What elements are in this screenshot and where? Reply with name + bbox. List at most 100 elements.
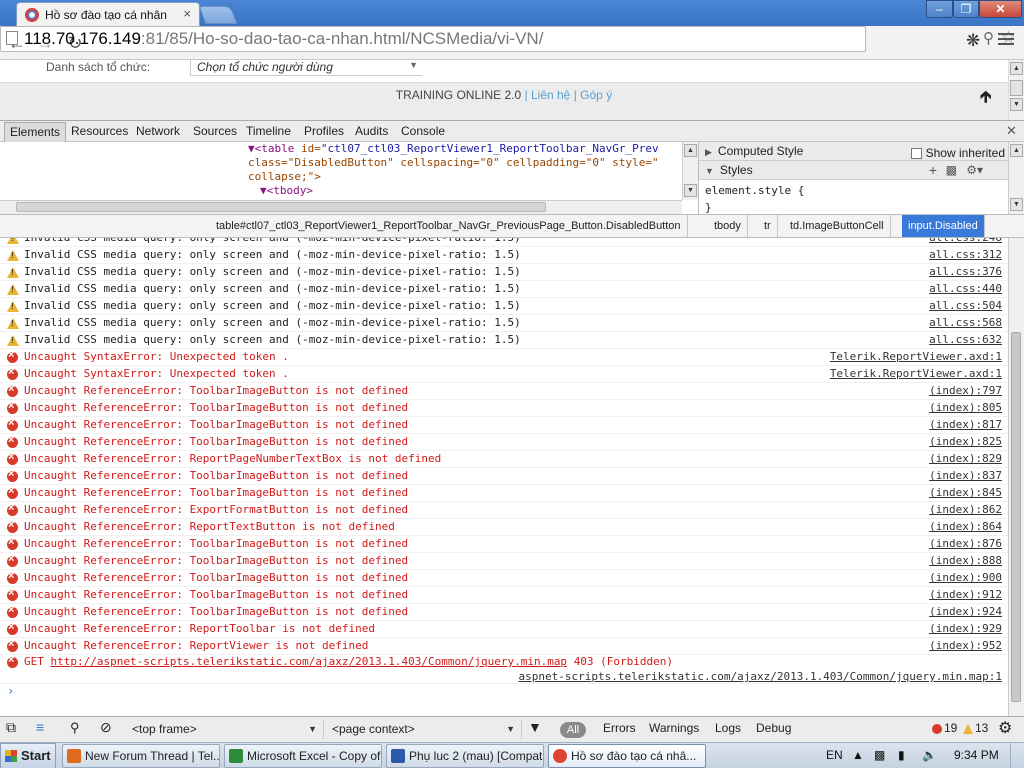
- crumb-td[interactable]: td.ImageButtonCell: [784, 215, 891, 237]
- scroll-thumb[interactable]: [1010, 80, 1023, 96]
- console-source-link[interactable]: Telerik.ReportViewer.axd:1: [830, 350, 1002, 363]
- console-source-link[interactable]: (index):845: [929, 486, 1002, 499]
- tab-network[interactable]: Network: [131, 122, 185, 142]
- console-source-link[interactable]: all.css:440: [929, 282, 1002, 295]
- filter-logs[interactable]: Logs: [715, 721, 741, 735]
- styles-section[interactable]: ▼ Styles + ▩ ⚙▾: [699, 161, 1008, 180]
- dom-node-tbody[interactable]: ▼<tbody>: [260, 184, 313, 197]
- console-source-link[interactable]: all.css:504: [929, 299, 1002, 312]
- elements-vscrollbar[interactable]: ▲ ▼: [682, 142, 698, 200]
- new-tab-button[interactable]: [198, 6, 238, 24]
- filter-debug[interactable]: Debug: [756, 721, 791, 735]
- filter-icon[interactable]: ▼: [528, 719, 542, 735]
- add-rule-icon[interactable]: +: [929, 161, 937, 180]
- org-select[interactable]: Chọn tổ chức người dùng ▼: [190, 60, 422, 76]
- tab-profiles[interactable]: Profiles: [299, 122, 349, 142]
- language-indicator[interactable]: EN: [826, 748, 843, 762]
- scroll-down-button[interactable]: ▼: [1010, 198, 1023, 211]
- console-source-link[interactable]: (index):805: [929, 401, 1002, 414]
- clock[interactable]: 9:34 PM: [954, 748, 999, 762]
- console-source-link[interactable]: (index):912: [929, 588, 1002, 601]
- console-source-link[interactable]: all.css:568: [929, 316, 1002, 329]
- console-source-link[interactable]: (index):829: [929, 452, 1002, 465]
- tray-expand-icon[interactable]: ▲: [852, 748, 864, 762]
- console-source-link[interactable]: aspnet-scripts.telerikstatic.com/ajaxz/2…: [519, 670, 1002, 683]
- network-icon[interactable]: ▮: [898, 748, 905, 762]
- error-count[interactable]: 19: [932, 721, 957, 735]
- task-forum-thread[interactable]: New Forum Thread | Tel...: [62, 744, 220, 768]
- console-source-link[interactable]: (index):797: [929, 384, 1002, 397]
- menu-icon[interactable]: [998, 33, 1014, 47]
- scroll-up-button[interactable]: ▲: [1010, 144, 1023, 157]
- scroll-up-button[interactable]: ▲: [1010, 62, 1023, 75]
- computed-style-section[interactable]: ▶ Computed Style Show inherited: [699, 142, 1008, 161]
- filter-all-button[interactable]: All: [560, 722, 586, 738]
- console-source-link[interactable]: (index):952: [929, 639, 1002, 652]
- feedback-link[interactable]: Góp ý: [580, 88, 612, 102]
- search-icon[interactable]: ⚲: [983, 29, 994, 47]
- close-icon[interactable]: ✕: [1006, 123, 1017, 139]
- scroll-up-button[interactable]: ▲: [684, 144, 697, 157]
- console-source-link[interactable]: Telerik.ReportViewer.axd:1: [830, 367, 1002, 380]
- console-source-link[interactable]: (index):825: [929, 435, 1002, 448]
- console-source-link[interactable]: all.css:632: [929, 333, 1002, 346]
- element-state-icon[interactable]: ▩: [946, 161, 957, 180]
- console-source-link[interactable]: (index):888: [929, 554, 1002, 567]
- context-select[interactable]: <page context> ▼: [328, 719, 522, 739]
- scroll-down-button[interactable]: ▼: [1010, 98, 1023, 111]
- console-scroll-thumb[interactable]: [1011, 332, 1021, 702]
- frame-select[interactable]: <top frame> ▼: [128, 719, 324, 739]
- filter-errors[interactable]: Errors: [603, 721, 636, 735]
- tab-resources[interactable]: Resources: [66, 122, 133, 142]
- tab-sources[interactable]: Sources: [188, 122, 242, 142]
- scroll-down-button[interactable]: ▼: [684, 184, 697, 197]
- console-source-link[interactable]: (index):876: [929, 537, 1002, 550]
- get-error-url[interactable]: http://aspnet-scripts.telerikstatic.com/…: [51, 655, 568, 668]
- console-source-link[interactable]: (index):817: [929, 418, 1002, 431]
- volume-icon[interactable]: 🔈: [922, 748, 937, 762]
- tab-console[interactable]: Console: [396, 122, 450, 142]
- browser-tab-active[interactable]: Hồ sơ đào tạo cá nhân ×: [16, 2, 200, 26]
- sidebar-scrollbar[interactable]: ▲ ▼: [1008, 142, 1024, 214]
- extension-icon[interactable]: ❋: [966, 31, 980, 51]
- console-output[interactable]: Invalid CSS media query: only screen and…: [0, 238, 1008, 716]
- tab-elements[interactable]: Elements: [4, 122, 67, 142]
- up-arrow-icon[interactable]: 🡱: [980, 86, 992, 113]
- dock-icon[interactable]: ⧉: [6, 719, 16, 736]
- address-bar[interactable]: 118.70.176.149:81/85/Ho-so-dao-tao-ca-nh…: [0, 26, 1016, 52]
- console-source-link[interactable]: (index):837: [929, 469, 1002, 482]
- search-icon[interactable]: ⚲: [70, 720, 80, 736]
- tab-close-icon[interactable]: ×: [183, 6, 191, 21]
- crumb-tr[interactable]: tr: [758, 215, 778, 237]
- dom-node-table[interactable]: ▼<table id="ctl07_ctl03_ReportViewer1_Re…: [248, 142, 659, 155]
- crumb-tbody[interactable]: tbody: [708, 215, 748, 237]
- clear-console-icon[interactable]: ⊘: [100, 719, 112, 736]
- show-desktop-button[interactable]: [1010, 743, 1024, 768]
- minimize-button[interactable]: –: [926, 0, 953, 18]
- maximize-button[interactable]: ❐: [953, 0, 979, 18]
- crumb-table[interactable]: table#ctl07_ctl03_ReportViewer1_ReportTo…: [210, 215, 688, 237]
- console-source-link[interactable]: (index):864: [929, 520, 1002, 533]
- gear-icon[interactable]: ⚙▾: [966, 161, 983, 180]
- tab-audits[interactable]: Audits: [350, 122, 393, 142]
- window-close-button[interactable]: ✕: [979, 0, 1022, 18]
- console-source-link[interactable]: all.css:248: [929, 238, 1002, 244]
- console-drawer-icon[interactable]: ≡: [36, 719, 44, 735]
- console-source-link[interactable]: all.css:312: [929, 248, 1002, 261]
- console-source-link[interactable]: (index):862: [929, 503, 1002, 516]
- console-source-link[interactable]: (index):924: [929, 605, 1002, 618]
- gear-icon[interactable]: ⚙: [998, 718, 1012, 738]
- task-word[interactable]: Phụ luc 2 (mau) [Compati...: [386, 744, 544, 768]
- console-source-link[interactable]: all.css:376: [929, 265, 1002, 278]
- crumb-input[interactable]: input.Disabled: [902, 215, 985, 237]
- console-source-link[interactable]: (index):900: [929, 571, 1002, 584]
- elements-hscroll-thumb[interactable]: [16, 202, 546, 212]
- console-source-link[interactable]: (index):929: [929, 622, 1002, 635]
- tab-timeline[interactable]: Timeline: [241, 122, 296, 142]
- page-scrollbar[interactable]: ▲ ▼: [1008, 60, 1024, 120]
- task-excel[interactable]: Microsoft Excel - Copy of...: [224, 744, 382, 768]
- task-chrome[interactable]: Hồ sơ đào tạo cá nhâ...: [548, 744, 706, 768]
- console-prompt[interactable]: ›: [7, 684, 14, 698]
- contact-link[interactable]: Liên hệ: [531, 88, 570, 102]
- filter-warnings[interactable]: Warnings: [649, 721, 699, 735]
